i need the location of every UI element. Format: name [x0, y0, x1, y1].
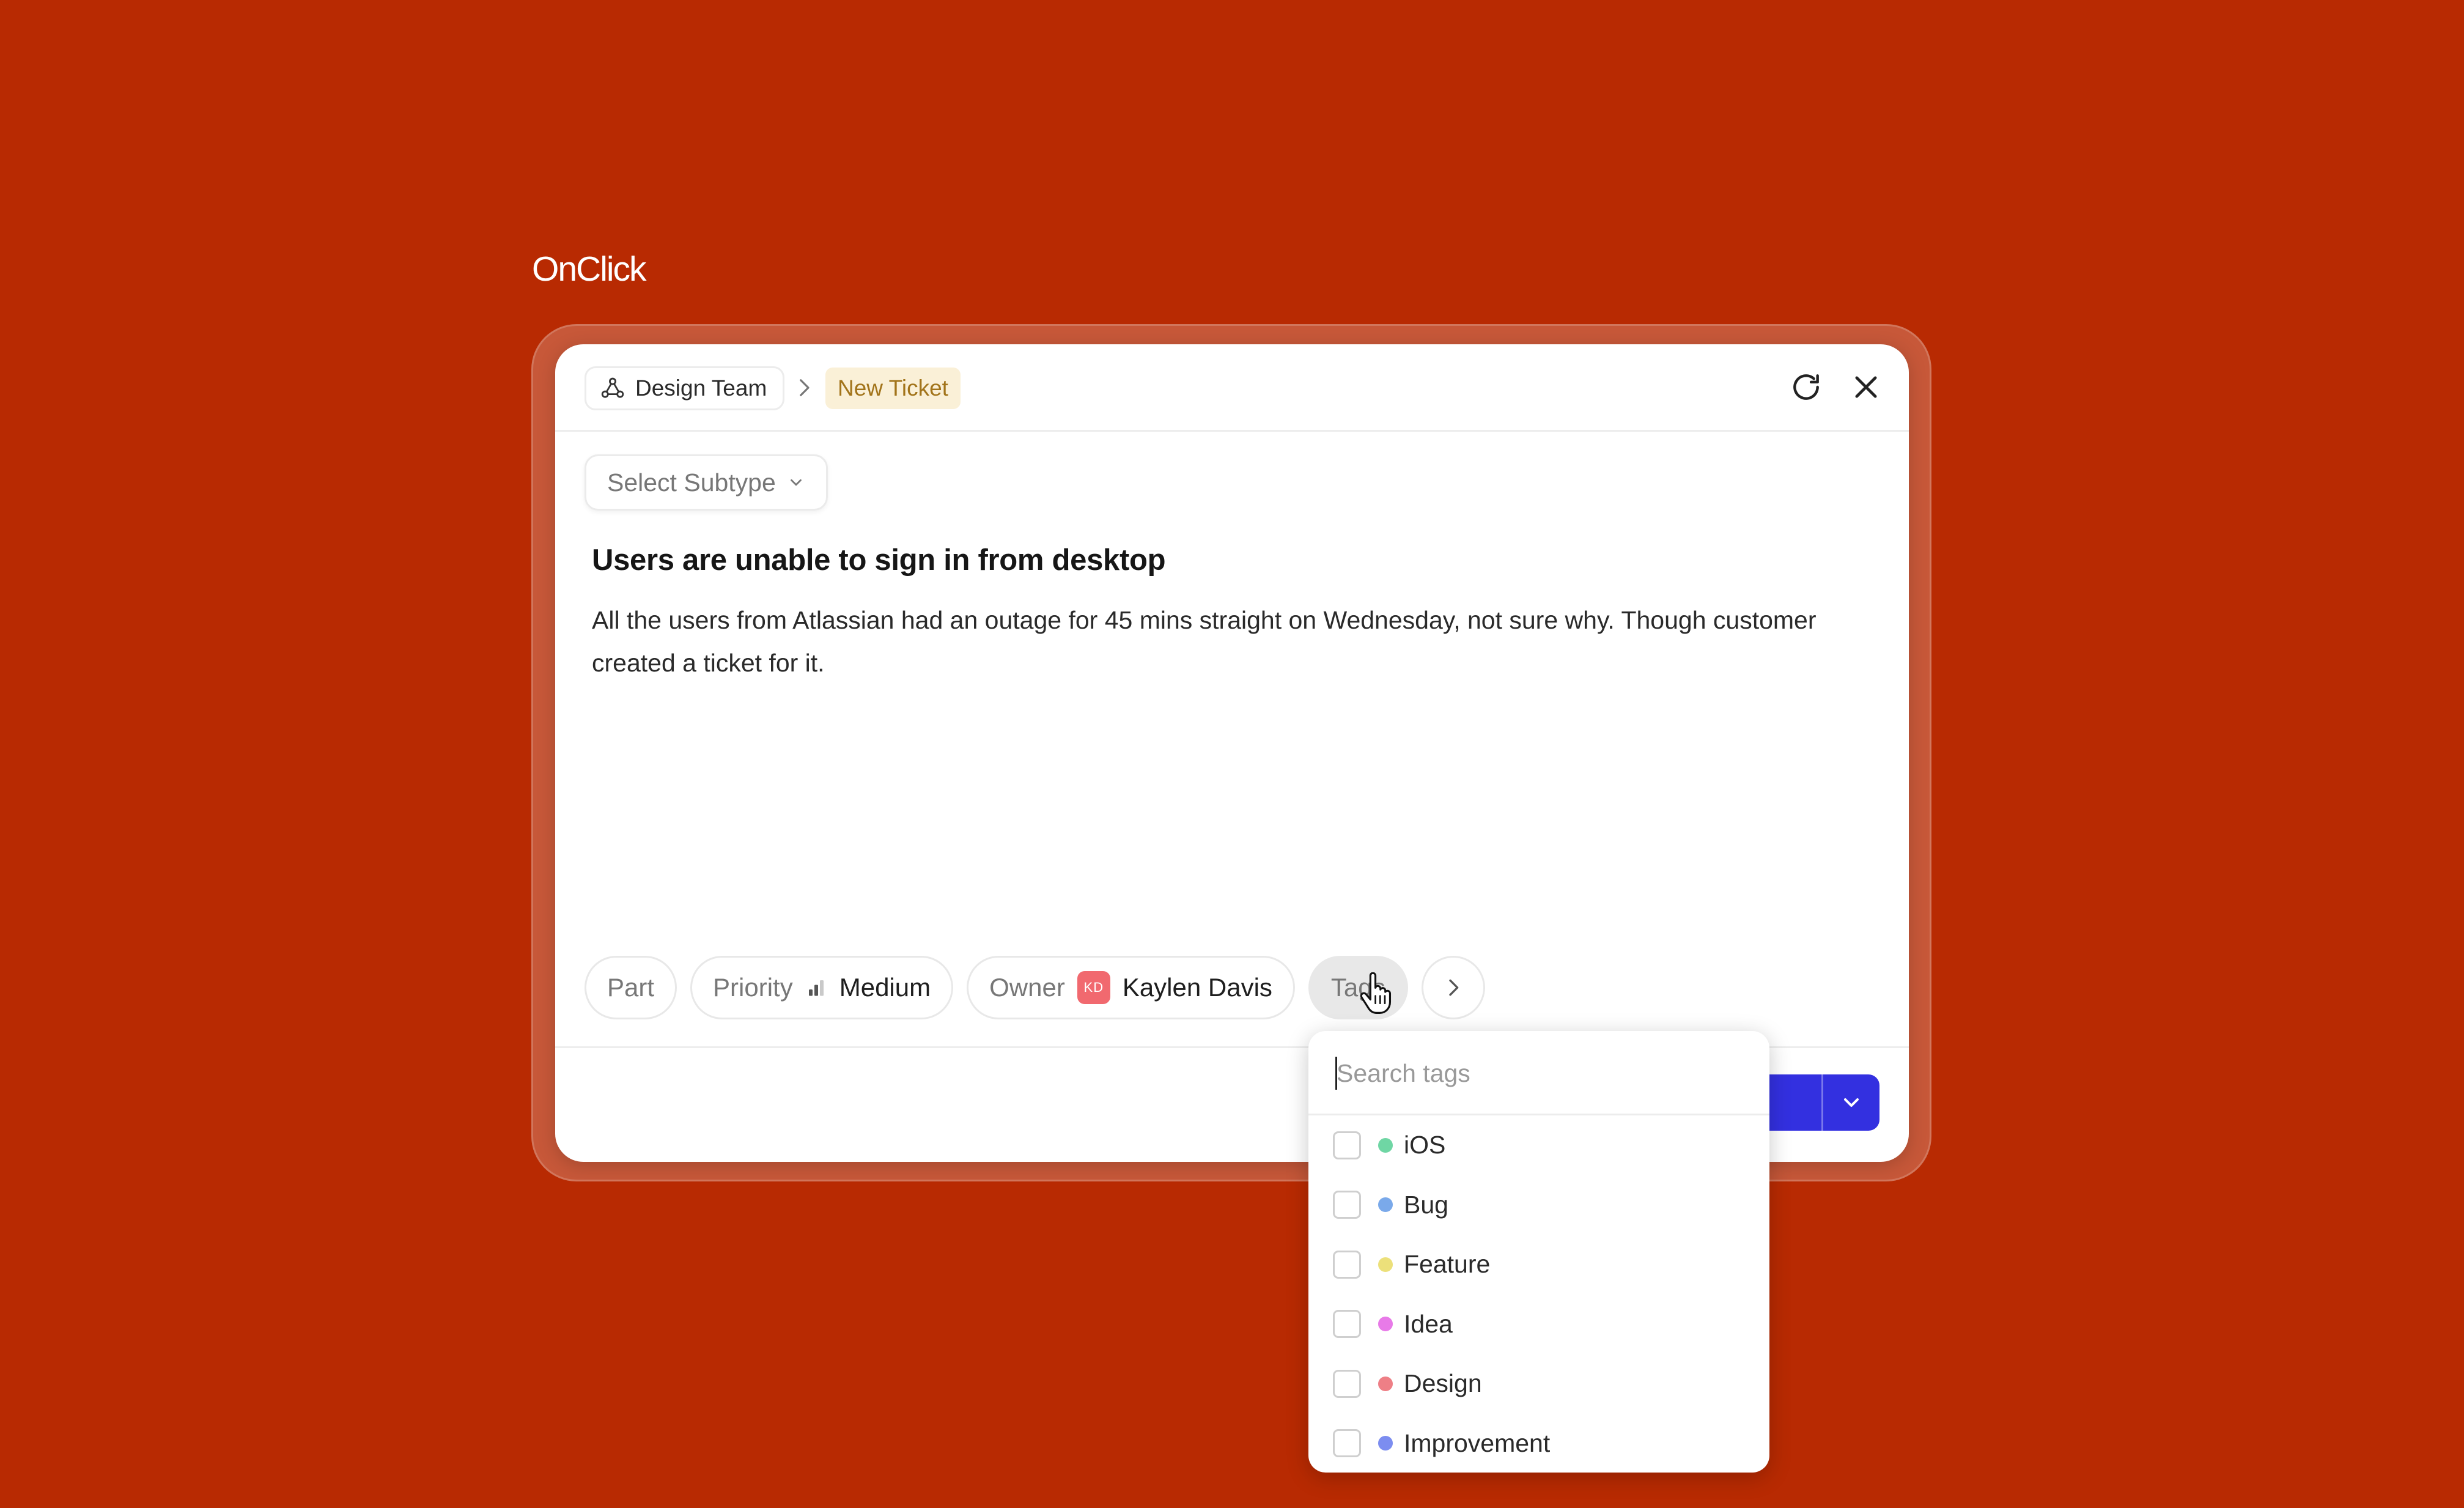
tag-label: Design	[1404, 1369, 1482, 1398]
tag-label: Feature	[1404, 1250, 1491, 1279]
chevron-right-icon	[1448, 979, 1458, 996]
tag-color-dot	[1378, 1376, 1393, 1391]
chevron-down-icon	[1844, 1098, 1859, 1107]
tag-color-dot	[1378, 1257, 1393, 1272]
team-nodes-icon	[601, 377, 624, 398]
tags-dropdown: iOS Bug Feature Idea Design Improvement	[1308, 1031, 1769, 1473]
owner-field[interactable]: Owner KD Kaylen Davis	[967, 956, 1295, 1019]
priority-value: Medium	[839, 973, 931, 1002]
brand-logo: OnClick	[532, 249, 647, 289]
tag-checkbox[interactable]	[1333, 1191, 1361, 1219]
part-label: Part	[607, 973, 655, 1002]
chevron-right-icon	[800, 379, 810, 396]
breadcrumb-team-label: Design Team	[635, 375, 767, 401]
tag-color-dot	[1378, 1436, 1393, 1451]
breadcrumb-new-ticket[interactable]: New Ticket	[825, 368, 961, 409]
tag-option-design[interactable]: Design	[1308, 1354, 1769, 1414]
priority-label: Priority	[713, 973, 793, 1002]
tag-checkbox[interactable]	[1333, 1250, 1361, 1279]
tag-color-dot	[1378, 1137, 1393, 1153]
tag-option-feature[interactable]: Feature	[1308, 1235, 1769, 1295]
select-subtype-label: Select Subtype	[607, 468, 776, 497]
ticket-description[interactable]: All the users from Atlassian had an outa…	[592, 599, 1845, 684]
owner-label: Owner	[989, 973, 1065, 1002]
tag-option-improvement[interactable]: Improvement	[1308, 1414, 1769, 1473]
tag-label: Idea	[1404, 1309, 1453, 1338]
tag-option-bug[interactable]: Bug	[1308, 1175, 1769, 1235]
tag-label: Bug	[1404, 1190, 1448, 1219]
refresh-icon[interactable]	[1789, 370, 1823, 404]
tag-checkbox[interactable]	[1333, 1429, 1361, 1458]
create-ticket-menu-button[interactable]	[1821, 1074, 1879, 1131]
text-caret	[1335, 1057, 1337, 1090]
tag-checkbox[interactable]	[1333, 1369, 1361, 1398]
tag-checkbox[interactable]	[1333, 1310, 1361, 1339]
tag-list: iOS Bug Feature Idea Design Improvement	[1308, 1115, 1769, 1473]
close-icon[interactable]	[1849, 370, 1883, 404]
tag-color-dot	[1378, 1317, 1393, 1332]
breadcrumb-team[interactable]: Design Team	[585, 366, 785, 410]
hand-pointer-icon	[1360, 972, 1392, 1014]
part-field[interactable]: Part	[585, 956, 677, 1019]
tag-label: Improvement	[1404, 1429, 1551, 1457]
ticket-title[interactable]: Users are unable to sign in from desktop	[592, 543, 1166, 577]
modal-header: Design Team New Ticket	[555, 344, 1909, 432]
tag-option-idea[interactable]: Idea	[1308, 1295, 1769, 1355]
tag-label: iOS	[1404, 1131, 1446, 1159]
tag-option-ios[interactable]: iOS	[1308, 1115, 1769, 1175]
priority-field[interactable]: Priority Medium	[690, 956, 954, 1019]
tags-search	[1308, 1031, 1769, 1115]
ticket-fields: Part Priority Medium Owner KD Kaylen Dav…	[585, 956, 1485, 1019]
chevron-down-icon	[790, 479, 802, 486]
tag-checkbox[interactable]	[1333, 1131, 1361, 1159]
owner-name: Kaylen Davis	[1122, 973, 1272, 1002]
tags-search-input[interactable]	[1333, 1052, 1740, 1095]
more-fields-button[interactable]	[1421, 956, 1485, 1019]
signal-bars-icon	[808, 980, 824, 996]
tag-color-dot	[1378, 1197, 1393, 1213]
select-subtype-dropdown[interactable]: Select Subtype	[585, 454, 828, 511]
avatar: KD	[1077, 971, 1110, 1004]
